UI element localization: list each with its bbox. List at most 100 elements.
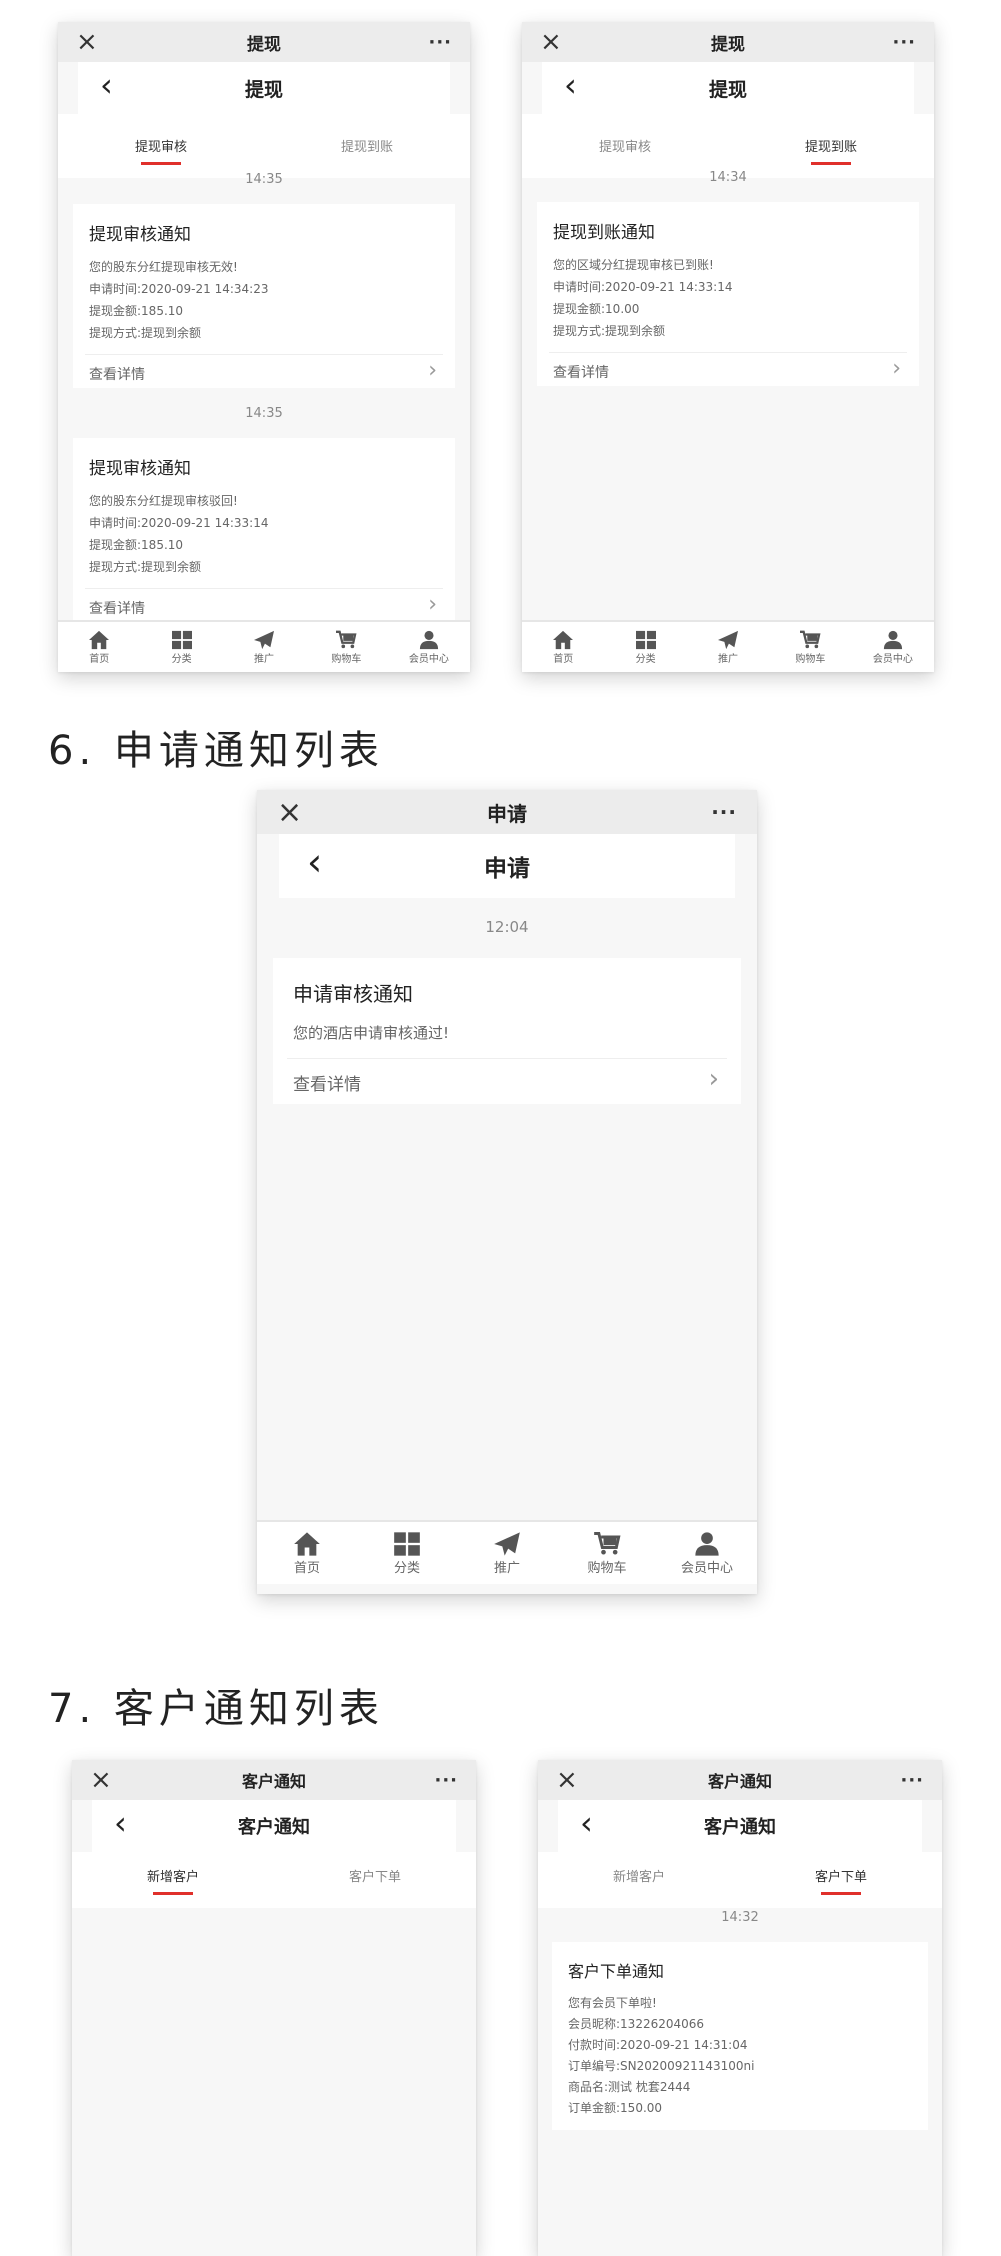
nav-label: 购物车: [331, 653, 362, 665]
close-icon[interactable]: ×: [277, 795, 302, 830]
nav-bar: ‹ 客户通知: [558, 1800, 922, 1852]
notice-card: 提现审核通知 您的股东分红提现审核驳回! 申请时间:2020-09-21 14:…: [73, 438, 455, 622]
notice-title: 申请审核通知: [293, 982, 413, 1006]
nav-label: 分类: [393, 1560, 420, 1576]
nav-label: 首页: [89, 653, 110, 665]
notice-card: 提现审核通知 您的股东分红提现审核无效! 申请时间:2020-09-21 14:…: [73, 204, 455, 388]
paper-plane-icon: [718, 630, 739, 649]
notice-line: 订单编号:SN20200921143100ni: [568, 2059, 755, 2073]
tab-label: 提现到账: [804, 140, 857, 155]
more-icon[interactable]: ···: [434, 1770, 458, 1791]
nav-label: 推广: [718, 653, 739, 665]
tab-customer-order[interactable]: 客户下单: [274, 1852, 476, 1908]
view-details-link[interactable]: 查看详情: [89, 598, 145, 618]
apply-screen: × 申请 ··· ‹ 申请 12:04 申请审核通知 您的酒店申请审核通过! 查…: [257, 790, 757, 1594]
notice-card: 客户下单通知 您有会员下单啦! 会员昵称:13226204066 付款时间:20…: [552, 1942, 928, 2130]
active-tab-indicator: [153, 1892, 193, 1895]
nav-label: 会员中心: [872, 653, 913, 665]
customer-order-screen: × 客户通知 ··· ‹ 客户通知 新增客户 客户下单 14:32 客户下单通知…: [538, 1760, 942, 2256]
nav-item-home[interactable]: 首页: [58, 622, 140, 672]
chevron-right-icon[interactable]: ›: [428, 358, 437, 383]
back-icon[interactable]: ‹: [114, 1804, 127, 1842]
nav-item-home[interactable]: 首页: [522, 622, 604, 672]
back-icon[interactable]: ‹: [580, 1804, 593, 1842]
divider: [287, 1058, 727, 1059]
nav-bar: ‹ 提现: [542, 62, 914, 114]
bottom-nav: 首页 分类 推广 购物车 会员中心: [58, 620, 470, 672]
tab-label: 提现审核: [598, 140, 651, 155]
nav-item-category[interactable]: 分类: [140, 622, 222, 672]
nav-item-member[interactable]: 会员中心: [388, 622, 470, 672]
tab-bar: 新增客户 客户下单: [538, 1852, 942, 1908]
nav-label: 分类: [635, 653, 656, 665]
notice-line: 会员昵称:13226204066: [568, 2017, 705, 2031]
tab-bar: 提现审核 提现到账: [522, 114, 934, 178]
paper-plane-icon: [254, 630, 275, 649]
nav-item-promote[interactable]: 推广: [687, 622, 769, 672]
nav-item-category[interactable]: 分类: [357, 1522, 457, 1584]
user-icon: [419, 630, 438, 649]
cart-icon: [336, 630, 357, 648]
notice-line: 提现方式:提现到余额: [553, 324, 666, 338]
notice-title: 提现到账通知: [553, 223, 655, 243]
nav-item-cart[interactable]: 购物车: [557, 1522, 657, 1584]
chevron-right-icon[interactable]: ›: [892, 356, 901, 381]
top-bar: × 客户通知 ···: [538, 1760, 942, 1800]
nav-item-member[interactable]: 会员中心: [657, 1522, 757, 1584]
view-details-link[interactable]: 查看详情: [293, 1070, 361, 1095]
nav-item-cart[interactable]: 购物车: [769, 622, 851, 672]
message-time: 14:35: [245, 172, 283, 187]
notice-line: 您的股东分红提现审核无效!: [89, 260, 238, 274]
page-title: 申请: [484, 856, 530, 882]
notice-line: 您的区域分红提现审核已到账!: [553, 258, 714, 272]
tab-withdraw-arrival[interactable]: 提现到账: [264, 114, 470, 178]
message-time: 14:35: [245, 406, 283, 421]
view-details-link[interactable]: 查看详情: [89, 364, 145, 384]
back-icon[interactable]: ‹: [307, 840, 322, 884]
more-icon[interactable]: ···: [428, 32, 452, 53]
window-title: 提现: [247, 34, 281, 55]
close-icon[interactable]: ×: [76, 27, 98, 57]
close-icon[interactable]: ×: [90, 1765, 112, 1795]
notice-line: 商品名:测试 枕套2444: [568, 2080, 691, 2094]
top-bar: × 申请 ···: [257, 790, 757, 834]
top-bar: × 提现 ···: [58, 22, 470, 62]
page-title: 提现: [708, 78, 747, 101]
more-icon[interactable]: ···: [892, 32, 916, 53]
nav-bar: ‹ 客户通知: [92, 1800, 456, 1852]
divider: [549, 352, 907, 353]
chevron-right-icon[interactable]: ›: [428, 592, 437, 617]
nav-label: 购物车: [795, 653, 826, 665]
notice-line: 提现方式:提现到余额: [89, 326, 202, 340]
home-icon: [553, 630, 574, 649]
nav-item-home[interactable]: 首页: [257, 1522, 357, 1584]
tab-withdraw-review[interactable]: 提现审核: [58, 114, 264, 178]
nav-item-member[interactable]: 会员中心: [852, 622, 934, 672]
divider: [85, 588, 443, 589]
more-icon[interactable]: ···: [900, 1770, 924, 1791]
notice-card: 提现到账通知 您的区域分红提现审核已到账! 申请时间:2020-09-21 14…: [537, 202, 919, 386]
tab-withdraw-arrival[interactable]: 提现到账: [728, 114, 934, 178]
nav-label: 分类: [171, 653, 192, 665]
tab-new-customer[interactable]: 新增客户: [538, 1852, 740, 1908]
user-icon: [695, 1531, 719, 1556]
nav-item-cart[interactable]: 购物车: [305, 622, 387, 672]
chevron-right-icon[interactable]: ›: [709, 1064, 719, 1094]
back-icon[interactable]: ‹: [564, 66, 577, 104]
tab-withdraw-review[interactable]: 提现审核: [522, 114, 728, 178]
more-icon[interactable]: ···: [711, 800, 737, 824]
view-details-link[interactable]: 查看详情: [553, 362, 609, 382]
close-icon[interactable]: ×: [540, 27, 562, 57]
nav-item-category[interactable]: 分类: [604, 622, 686, 672]
close-icon[interactable]: ×: [556, 1765, 578, 1795]
customer-new-screen: × 客户通知 ··· ‹ 客户通知 新增客户 客户下单: [72, 1760, 476, 2256]
tab-label: 客户下单: [348, 1870, 401, 1885]
tab-customer-order[interactable]: 客户下单: [740, 1852, 942, 1908]
top-bar: × 客户通知 ···: [72, 1760, 476, 1800]
nav-item-promote[interactable]: 推广: [223, 622, 305, 672]
back-icon[interactable]: ‹: [100, 66, 113, 104]
nav-label: 推广: [493, 1560, 520, 1576]
user-icon: [883, 630, 902, 649]
tab-new-customer[interactable]: 新增客户: [72, 1852, 274, 1908]
nav-item-promote[interactable]: 推广: [457, 1522, 557, 1584]
